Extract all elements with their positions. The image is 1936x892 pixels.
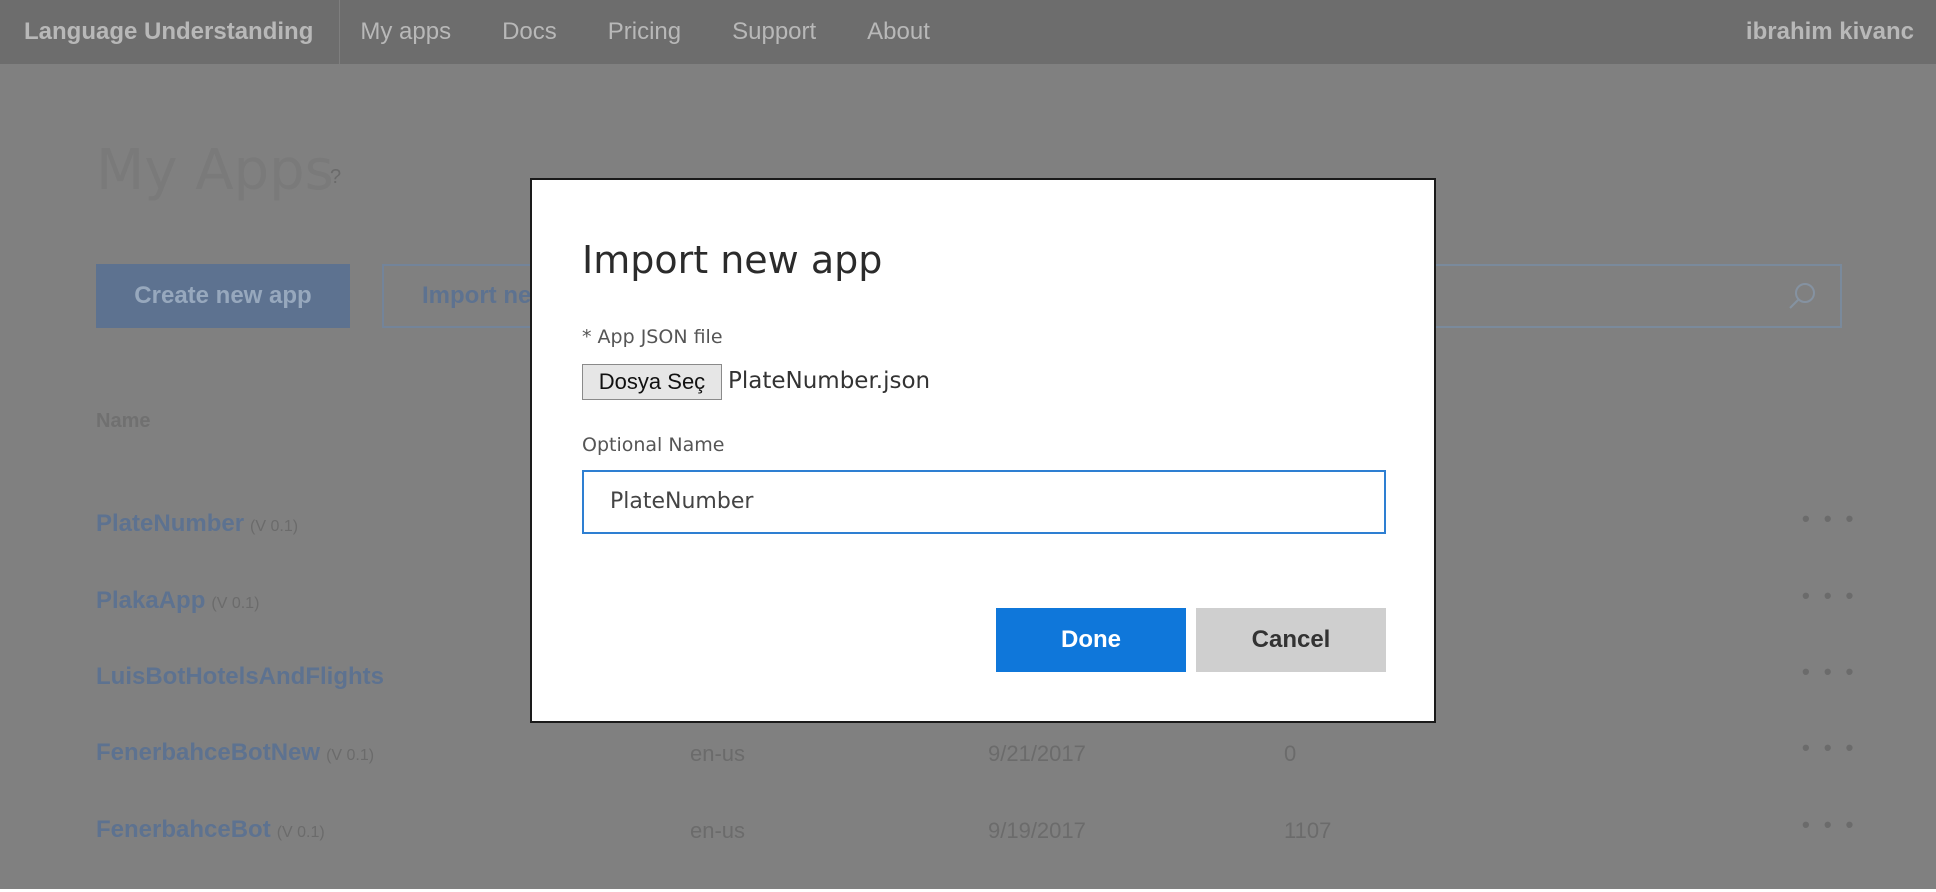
more-icon[interactable]: • • • (1802, 735, 1857, 761)
more-icon[interactable]: • • • (1802, 659, 1857, 685)
optional-name-input[interactable]: PlateNumber (582, 470, 1386, 534)
brand-link[interactable]: Language Understanding (24, 18, 313, 46)
app-version: (V 0.1) (276, 824, 325, 841)
done-button[interactable]: Done (996, 608, 1186, 672)
app-endpoint-hits: 0 (1284, 741, 1297, 766)
app-name-link[interactable]: FenerbahceBot (V 0.1) (96, 816, 325, 844)
nav-link-pricing[interactable]: Pricing (608, 18, 681, 46)
app-version: (V 0.1) (211, 595, 260, 612)
selected-file-name: PlateNumber.json (728, 368, 931, 394)
app-name-link[interactable]: PlateNumber (V 0.1) (96, 510, 298, 538)
search-icon[interactable] (1788, 282, 1816, 310)
app-date: 9/21/2017 (988, 741, 1086, 766)
file-field-label: * App JSON file (582, 326, 723, 348)
app-version: (V 0.1) (250, 518, 299, 535)
nav-link-docs[interactable]: Docs (502, 18, 557, 46)
dialog-title: Import new app (582, 238, 883, 282)
search-input[interactable] (1400, 264, 1842, 328)
import-app-dialog: Import new app * App JSON file Dosya Seç… (530, 178, 1436, 723)
user-menu[interactable]: ibrahim kivanc (1746, 18, 1914, 46)
app-date: 9/19/2017 (988, 818, 1086, 843)
nav-link-about[interactable]: About (867, 18, 930, 46)
app-name-link[interactable]: PlakaApp (V 0.1) (96, 587, 259, 615)
create-new-app-button[interactable]: Create new app (96, 264, 350, 328)
nav-link-support[interactable]: Support (732, 18, 816, 46)
top-nav: Language Understanding My apps Docs Pric… (0, 0, 1936, 64)
nav-link-my-apps[interactable]: My apps (360, 18, 451, 46)
choose-file-button[interactable]: Dosya Seç (582, 364, 722, 400)
more-icon[interactable]: • • • (1802, 506, 1857, 532)
app-endpoint-hits: 1107 (1284, 818, 1332, 843)
column-header-name[interactable]: Name (96, 410, 150, 433)
nav-divider (339, 0, 341, 64)
optional-name-label: Optional Name (582, 434, 725, 456)
more-icon[interactable]: • • • (1802, 583, 1857, 609)
more-icon[interactable]: • • • (1802, 812, 1857, 838)
table-row[interactable]: FenerbahceBot (V 0.1) en-us 9/19/2017 110… (0, 812, 1936, 892)
cancel-button[interactable]: Cancel (1196, 608, 1386, 672)
app-name-link[interactable]: FenerbahceBotNew (V 0.1) (96, 739, 374, 767)
app-version: (V 0.1) (326, 747, 375, 764)
help-icon[interactable]: ? (330, 166, 341, 189)
table-row[interactable]: FenerbahceBotNew (V 0.1) en-us 9/21/2017 … (0, 735, 1936, 815)
app-culture: en-us (690, 741, 746, 766)
app-culture: en-us (690, 818, 746, 843)
app-name-link[interactable]: LuisBotHotelsAndFlights (96, 663, 390, 691)
page-title: My Apps (96, 138, 334, 203)
